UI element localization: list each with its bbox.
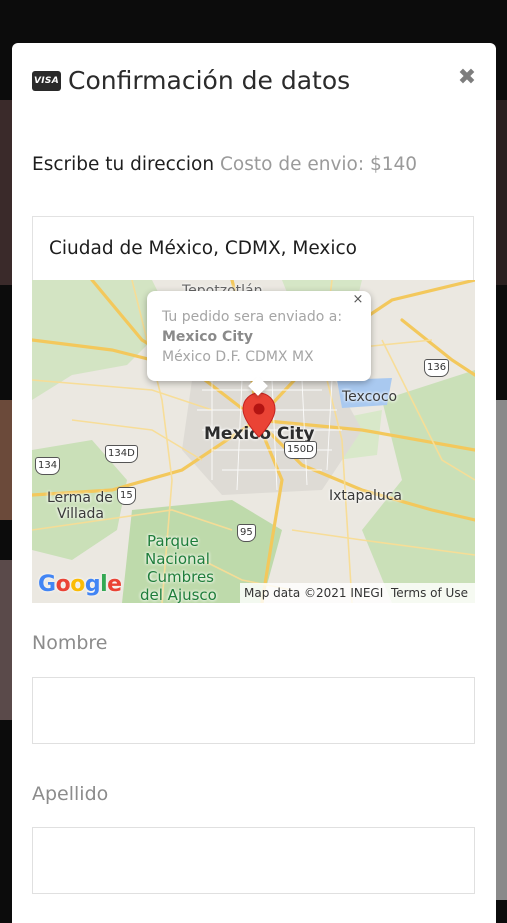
info-window-close-icon[interactable]: × <box>351 293 365 307</box>
terms-of-use-link[interactable]: Terms of Use <box>391 583 468 603</box>
backdrop-image-right-top <box>495 100 507 285</box>
route-shield-150d: 150D <box>284 441 317 459</box>
info-window-line1: Tu pedido sera enviado a: <box>162 309 343 325</box>
route-shield-15: 15 <box>117 487 136 505</box>
info-window-line2: Mexico City <box>162 329 253 345</box>
map-label-texcoco: Texcoco <box>342 389 398 405</box>
route-shield-134: 134 <box>35 457 61 475</box>
map-attribution: Map data ©2021 INEGI Terms of Use <box>240 583 475 603</box>
info-window-line3: México D.F. CDMX MX <box>162 349 314 365</box>
modal-header: VISA Confirmación de datos ✖ <box>12 43 496 123</box>
map-label-park-4: del Ajusco <box>140 586 217 603</box>
google-logo: Google <box>38 572 122 597</box>
apellido-label: Apellido <box>32 783 109 805</box>
address-row: Escribe tu direccion Costo de envio: $14… <box>32 151 417 179</box>
backdrop-image-left-top <box>0 100 12 285</box>
map-info-window: × Tu pedido sera enviado a: Mexico City … <box>147 291 371 396</box>
close-icon[interactable]: ✖ <box>456 65 478 91</box>
backdrop-image-left-mid <box>0 400 12 520</box>
visa-card-icon: VISA <box>32 71 61 91</box>
backdrop-image-right-low <box>495 400 507 900</box>
apellido-input[interactable] <box>32 827 475 894</box>
map-label-park-2: Nacional <box>145 550 210 568</box>
map-label-park-1: Parque <box>147 532 199 550</box>
map-view[interactable]: Tepotzotlán Texcoco Mexico City Ixtapalu… <box>32 280 475 603</box>
map-label-lerma-2: Villada <box>57 506 104 522</box>
map-label-ixtapaluca: Ixtapaluca <box>329 488 402 504</box>
map-label-park-3: Cumbres <box>147 568 214 586</box>
nombre-input[interactable] <box>32 677 475 744</box>
address-label: Escribe tu direccion <box>32 154 215 175</box>
route-shield-136: 136 <box>424 359 450 377</box>
route-shield-95: 95 <box>237 524 256 542</box>
shipping-cost: Costo de envio: $140 <box>220 154 418 175</box>
nombre-label: Nombre <box>32 632 108 654</box>
confirmation-modal: VISA Confirmación de datos ✖ Escribe tu … <box>12 43 496 923</box>
route-shield-134d: 134D <box>105 445 138 463</box>
map-data-text: Map data ©2021 INEGI <box>244 586 384 600</box>
address-input[interactable]: Ciudad de México, CDMX, Mexico <box>32 216 474 280</box>
backdrop-image-left-low <box>0 560 12 720</box>
modal-title: Confirmación de datos <box>68 66 351 95</box>
